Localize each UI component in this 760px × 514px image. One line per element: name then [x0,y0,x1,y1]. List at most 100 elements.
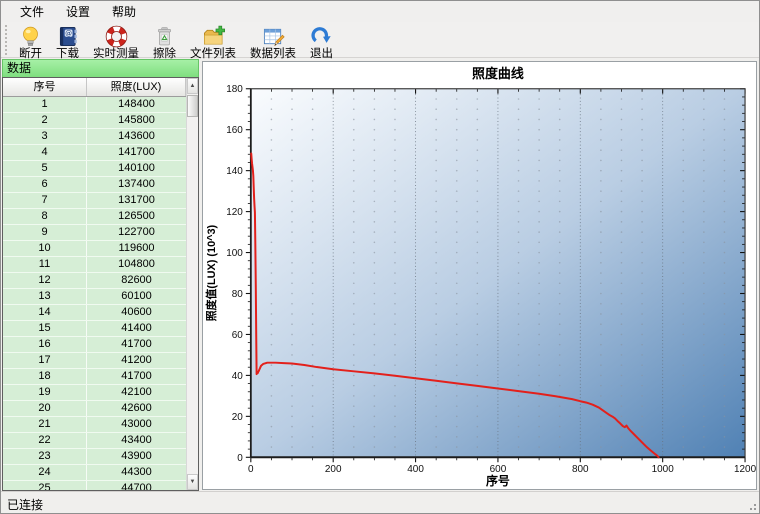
table-row[interactable]: 20 42600 [3,401,186,417]
svg-text:1000: 1000 [652,464,675,475]
table-row[interactable]: 24 44300 [3,465,186,481]
table-row[interactable]: 3 143600 [3,129,186,145]
cell-lux: 140100 [118,162,155,174]
cell-index: 14 [3,305,87,320]
table-row[interactable]: 8 126500 [3,209,186,225]
main-area: 数据 序号 照度(LUX) 1 148400 2 145800 3 143600 4 1417… [1,59,759,491]
table-row[interactable]: 25 44700 [3,481,186,490]
data-panel-title: 数据 [2,59,199,77]
svg-text:1200: 1200 [734,464,756,475]
table-row[interactable]: 10 119600 [3,241,186,257]
cell-index: 17 [3,353,87,368]
menu-item-settings[interactable]: 设置 [57,1,99,22]
toolbar: 断开 @ 下载 实时测量 擦除 文件列表 数据列表 退出 [1,22,759,60]
disconnect-button[interactable]: 断开 [12,23,49,63]
cell-lux: 44700 [121,482,152,490]
scroll-up-button[interactable]: ▲ [187,78,198,94]
svg-text:40: 40 [232,371,244,382]
table-row[interactable]: 23 43900 [3,449,186,465]
svg-text:20: 20 [232,412,244,423]
table-row[interactable]: 7 131700 [3,193,186,209]
table-row[interactable]: 4 141700 [3,145,186,161]
column-header-lux[interactable]: 照度(LUX) [87,78,186,96]
chart-title: 照度曲线 [472,66,524,81]
cell-lux: 143600 [118,130,155,142]
table-scrollbar: ▲ ▼ [186,78,198,490]
svg-text:600: 600 [490,464,507,475]
cell-index: 12 [3,273,87,288]
cell-index: 20 [3,401,87,416]
bulb-icon [23,26,38,46]
erase-button[interactable]: 擦除 [146,23,183,63]
resize-grip[interactable] [747,501,757,511]
cell-index: 24 [3,465,87,480]
chart-panel: 照度曲线 照度值(LUX) (10^3) 序号 0 20 40 60 80 100 120 1… [202,61,757,490]
cell-index: 23 [3,449,87,464]
cell-index: 25 [3,481,87,490]
exit-button[interactable]: 退出 [303,23,340,63]
table-row[interactable]: 9 122700 [3,225,186,241]
table-row[interactable]: 19 42100 [3,385,186,401]
table-row[interactable]: 17 41200 [3,353,186,369]
cell-index: 13 [3,289,87,304]
table-row[interactable]: 11 104800 [3,257,186,273]
cell-lux: 43000 [121,418,152,430]
cell-index: 5 [3,161,87,176]
cell-index: 16 [3,337,87,352]
download-button[interactable]: @ 下载 [49,23,86,63]
lifebuoy-icon [105,25,127,48]
table-row[interactable]: 14 40600 [3,305,186,321]
svg-text:400: 400 [407,464,424,475]
file-list-button[interactable]: 文件列表 [183,23,243,63]
cell-lux: 44300 [121,466,152,478]
table-row[interactable]: 6 137400 [3,177,186,193]
table-row[interactable]: 5 140100 [3,161,186,177]
data-panel: 数据 序号 照度(LUX) 1 148400 2 145800 3 143600 4 1417… [2,59,199,491]
table-row[interactable]: 13 60100 [3,289,186,305]
table-row[interactable]: 16 41700 [3,337,186,353]
scrollbar-track[interactable] [187,117,198,474]
table-row[interactable]: 22 43400 [3,433,186,449]
cell-lux: 41200 [121,354,152,366]
data-list-button[interactable]: 数据列表 [243,23,303,63]
app-window: 文件 设置 帮助 断开 @ 下载 实时测量 擦除 文件列表 数据列表 退出 数据… [0,0,760,514]
toolbar-gripper[interactable] [5,25,8,55]
scrollbar-thumb[interactable] [187,95,198,117]
cell-lux: 145800 [118,114,155,126]
exit-arrow-icon [311,27,331,43]
menu-item-help[interactable]: 帮助 [103,1,145,22]
table-row[interactable]: 21 43000 [3,417,186,433]
svg-text:80: 80 [232,289,244,300]
table-row[interactable]: 18 41700 [3,369,186,385]
cell-lux: 41700 [121,338,152,350]
cell-lux: 42100 [121,386,152,398]
table-row[interactable]: 15 41400 [3,321,186,337]
scroll-down-button[interactable]: ▼ [187,474,198,490]
cell-lux: 42600 [121,402,152,414]
cell-lux: 119600 [118,242,155,254]
table-row[interactable]: 12 82600 [3,273,186,289]
table-body: 1 148400 2 145800 3 143600 4 141700 5 140100 6 1374… [3,97,186,490]
realtime-measure-button[interactable]: 实时测量 [86,23,146,63]
cell-index: 2 [3,113,87,128]
svg-text:0: 0 [248,464,254,475]
address-book-icon: @ [59,27,77,46]
erase-bin-icon [158,27,171,46]
cell-lux: 137400 [118,178,155,190]
cell-lux: 141700 [118,146,155,158]
svg-text:0: 0 [237,453,243,464]
table-edit-icon [263,28,285,47]
table-row[interactable]: 2 145800 [3,113,186,129]
cell-index: 6 [3,177,87,192]
column-header-index[interactable]: 序号 [3,78,87,96]
svg-text:140: 140 [226,166,243,177]
cell-lux: 104800 [118,258,155,270]
cell-index: 19 [3,385,87,400]
svg-text:160: 160 [226,125,243,136]
table-row[interactable]: 1 148400 [3,97,186,113]
cell-lux: 131700 [118,194,155,206]
cell-index: 18 [3,369,87,384]
menu-item-file[interactable]: 文件 [11,1,53,22]
cell-lux: 148400 [118,98,155,110]
cell-lux: 82600 [121,274,152,286]
